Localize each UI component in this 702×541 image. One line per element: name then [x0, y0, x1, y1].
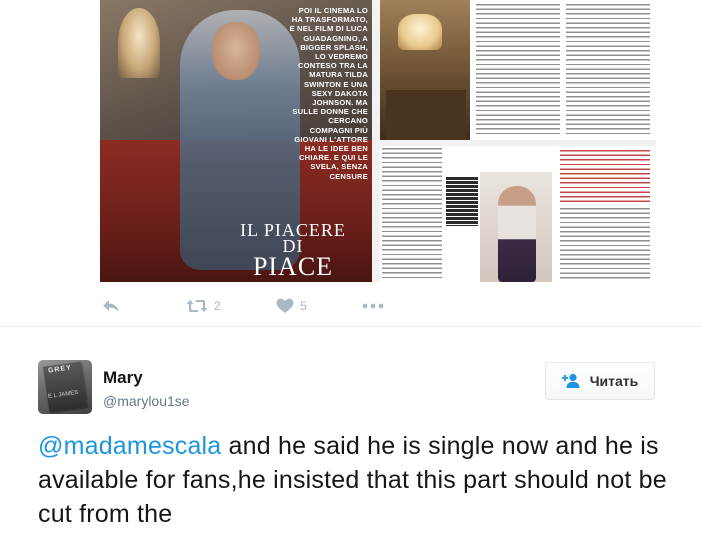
photo-lamp [118, 8, 160, 78]
mention-link[interactable]: @madamescala [38, 432, 221, 460]
inset-photo-figure [498, 186, 536, 282]
reply-button[interactable] [102, 295, 120, 317]
retweet-button[interactable]: 2 [186, 295, 221, 317]
tweet-text: @madamescala and he said he is single no… [38, 429, 678, 531]
magazine-title-line3: PIACE [252, 252, 334, 281]
reply-tweet: GREY E L JAMES Mary @marylou1se Читать @… [0, 327, 702, 541]
user-name[interactable]: Mary [103, 368, 143, 388]
follow-button[interactable]: Читать [545, 362, 655, 400]
add-user-icon [561, 373, 580, 388]
tweet-actions: 2 5 [100, 295, 420, 317]
retweet-count: 2 [214, 299, 221, 313]
user-handle[interactable]: @marylou1se [103, 393, 190, 409]
like-button[interactable]: 5 [276, 295, 307, 317]
magazine-pullquote: POI IL CINEMA LO HA TRASFORMATO, E NEL F… [289, 6, 368, 181]
photo-caption-box [446, 176, 478, 226]
article-question-text [560, 150, 650, 204]
magazine-title: IL PIACERE DI PIACE [218, 221, 368, 281]
photo-interior [380, 0, 470, 140]
heart-icon [276, 298, 294, 313]
photo-lampshade [398, 14, 442, 50]
retweet-icon [186, 300, 208, 312]
magazine-page-top[interactable] [380, 0, 656, 140]
follow-button-label: Читать [589, 373, 639, 389]
like-count: 5 [300, 299, 307, 313]
more-dots-icon [362, 303, 384, 309]
more-button[interactable] [362, 295, 384, 317]
avatar[interactable]: GREY E L JAMES [38, 360, 92, 414]
magazine-cover-photo[interactable]: POI IL CINEMA LO HA TRASFORMATO, E NEL F… [100, 0, 372, 282]
tweet-media[interactable]: POI IL CINEMA LO HA TRASFORMATO, E NEL F… [100, 0, 656, 282]
article-text-column [566, 4, 650, 134]
photo-table [386, 90, 466, 140]
magazine-page-bottom[interactable] [380, 146, 656, 282]
reply-icon [103, 300, 119, 312]
previous-tweet: POI IL CINEMA LO HA TRASFORMATO, E NEL F… [0, 0, 702, 326]
inset-photo [480, 172, 552, 282]
article-text-column [560, 208, 650, 280]
photo-man-face [212, 22, 260, 80]
article-text-column [476, 4, 560, 134]
article-text-column [382, 148, 442, 280]
